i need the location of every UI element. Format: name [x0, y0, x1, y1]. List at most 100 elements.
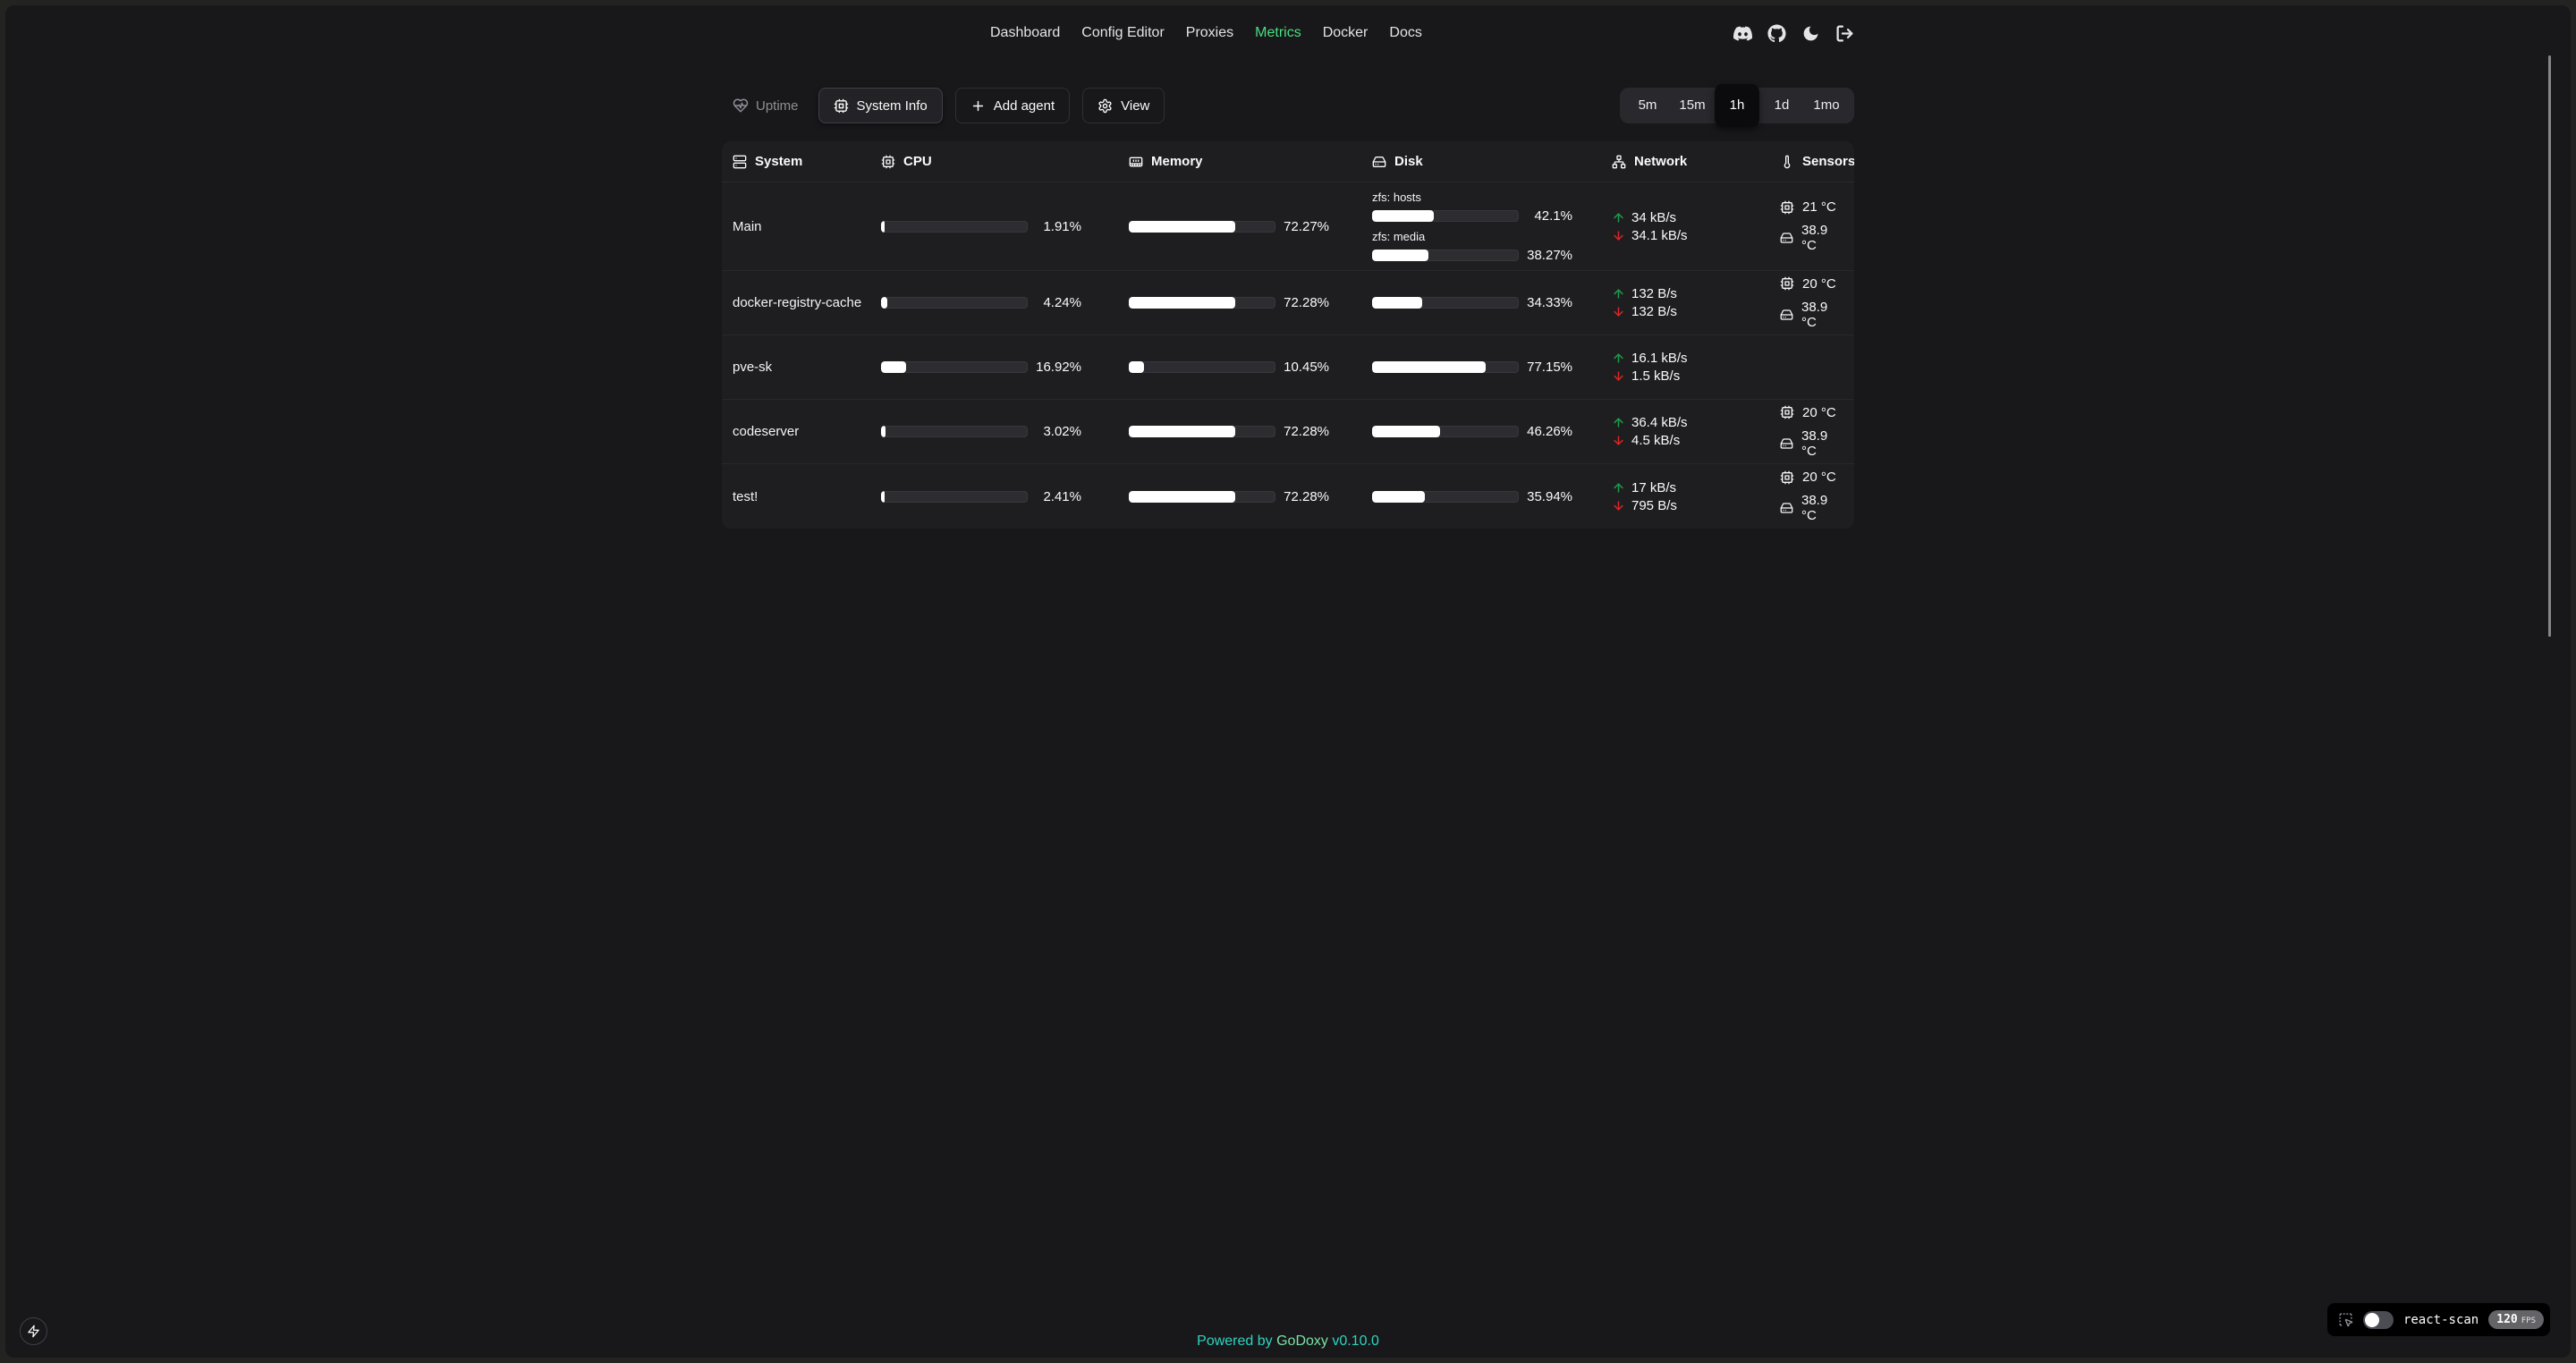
logout-icon[interactable]: [1835, 24, 1854, 43]
disk-value: 38.27%: [1519, 248, 1572, 263]
column-label-memory: Memory: [1151, 154, 1203, 169]
cpu-usage-bar: [881, 297, 1028, 309]
sensor-value: 20 °C: [1802, 276, 1836, 292]
network-upload: 16.1 kB/s: [1612, 351, 1780, 366]
sensor-reading: 38.9 °C: [1780, 300, 1843, 330]
uptime-tab[interactable]: Uptime: [722, 97, 806, 114]
sensor-value: 20 °C: [1802, 470, 1836, 485]
disk-group: zfs: media38.27%: [1372, 230, 1612, 263]
memory-usage-value: 72.28%: [1275, 295, 1329, 310]
sensor-value: 21 °C: [1802, 199, 1836, 215]
memory-usage: 72.28%: [1129, 424, 1372, 439]
cpu-usage: 2.41%: [881, 489, 1129, 504]
harddrive-icon: [1372, 155, 1386, 169]
network-usage: 34 kB/s34.1 kB/s: [1612, 210, 1780, 243]
network-usage: 132 B/s132 B/s: [1612, 286, 1780, 319]
disk-group: 34.33%: [1372, 295, 1612, 310]
column-header-system: System: [733, 154, 881, 169]
brand-link[interactable]: GoDoxy: [1276, 1333, 1328, 1349]
time-range-selector: 5m15m1h1d1mo: [1620, 88, 1854, 123]
react-scan-toggle[interactable]: [2363, 1311, 2394, 1329]
network-upload: 34 kB/s: [1612, 210, 1780, 225]
nav-item-proxies[interactable]: Proxies: [1186, 25, 1233, 41]
nav-item-config-editor[interactable]: Config Editor: [1081, 25, 1165, 41]
cpu-usage-value: 3.02%: [1028, 424, 1081, 439]
network-download-value: 795 B/s: [1631, 498, 1677, 513]
nav-item-docker[interactable]: Docker: [1323, 25, 1368, 41]
disk-bar: [1372, 210, 1519, 222]
disk-bar: [1372, 426, 1519, 437]
cpu-usage-value: 16.92%: [1028, 360, 1081, 375]
cpu-icon: [834, 98, 849, 114]
sensor-value: 38.9 °C: [1801, 300, 1843, 330]
cpu-usage-bar-fill: [881, 361, 906, 373]
nav-item-dashboard[interactable]: Dashboard: [990, 25, 1060, 41]
column-header-memory: Memory: [1129, 154, 1372, 169]
cpu-icon: [881, 155, 895, 169]
time-range-1d[interactable]: 1d: [1759, 88, 1804, 123]
github-icon[interactable]: [1767, 24, 1786, 43]
cpu-usage-value: 2.41%: [1028, 489, 1081, 504]
time-range-1h[interactable]: 1h: [1715, 84, 1759, 127]
harddrive-icon: [1780, 436, 1793, 451]
network-usage: 16.1 kB/s 1.5 kB/s: [1612, 351, 1780, 384]
memory-usage-value: 72.27%: [1275, 219, 1329, 234]
disk-usage: 35.94%: [1372, 489, 1612, 504]
memory-usage-bar-fill: [1129, 297, 1235, 309]
version-text: v0.10.0: [1332, 1333, 1378, 1349]
memory-usage-bar: [1129, 361, 1275, 373]
memory-usage-bar-fill: [1129, 426, 1235, 437]
cpu-usage-bar-fill: [881, 491, 885, 503]
sensor-reading: 21 °C: [1780, 199, 1843, 215]
memory-icon: [1129, 155, 1143, 169]
arrow-up-icon: [1612, 211, 1625, 224]
server-icon: [733, 155, 747, 169]
view-button[interactable]: View: [1082, 88, 1165, 123]
memory-usage-value: 72.28%: [1275, 424, 1329, 439]
time-range-5m[interactable]: 5m: [1625, 88, 1670, 123]
memory-usage: 72.28%: [1129, 489, 1372, 504]
time-range-15m[interactable]: 15m: [1670, 88, 1715, 123]
inspect-icon[interactable]: [2338, 1312, 2353, 1327]
time-range-1mo[interactable]: 1mo: [1804, 88, 1849, 123]
arrow-down-icon: [1612, 229, 1625, 242]
cpu-icon: [1780, 200, 1794, 215]
sensor-reading: 38.9 °C: [1780, 428, 1843, 459]
network-download-value: 1.5 kB/s: [1631, 368, 1680, 384]
disk-bar: [1372, 361, 1519, 373]
nav-item-metrics[interactable]: Metrics: [1255, 25, 1301, 41]
disk-usage: 46.26%: [1372, 424, 1612, 439]
disk-group: zfs: hosts42.1%: [1372, 190, 1612, 224]
quick-actions-button[interactable]: [20, 1317, 47, 1345]
memory-usage-bar: [1129, 426, 1275, 437]
vertical-scrollbar[interactable]: [2548, 55, 2551, 637]
add-agent-button[interactable]: Add agent: [955, 88, 1070, 123]
nav-item-docs[interactable]: Docs: [1389, 25, 1421, 41]
sensors: 20 °C 38.9 °C: [1780, 276, 1843, 330]
metrics-toolbar: Uptime System Info Add agent View 5m15m1…: [722, 88, 1854, 123]
network-download: 4.5 kB/s: [1612, 433, 1780, 448]
harddrive-icon: [1780, 501, 1793, 515]
discord-icon[interactable]: [1733, 24, 1752, 43]
cpu-usage: 1.91%: [881, 219, 1129, 234]
cpu-usage-value: 4.24%: [1028, 295, 1081, 310]
system-name: pve-sk: [733, 360, 881, 375]
table-body: Main1.91%72.27%zfs: hosts42.1%zfs: media…: [722, 182, 1854, 529]
network-download-value: 132 B/s: [1631, 304, 1677, 319]
disk: 38.27%: [1372, 248, 1612, 263]
column-header-disk: Disk: [1372, 154, 1612, 169]
footer: Powered by GoDoxy v0.10.0: [5, 1333, 2571, 1350]
network-upload-value: 16.1 kB/s: [1631, 351, 1688, 366]
cpu-usage: 3.02%: [881, 424, 1129, 439]
system-info-button[interactable]: System Info: [818, 88, 943, 123]
sensors: 20 °C38.9 °C: [1780, 405, 1843, 459]
disk-bar-fill: [1372, 361, 1486, 373]
view-label: View: [1121, 98, 1149, 114]
network-icon: [1612, 155, 1626, 169]
column-header-sensors: Sensors: [1780, 154, 1854, 169]
arrow-up-icon: [1612, 481, 1625, 495]
sensor-reading: 38.9 °C: [1780, 223, 1843, 253]
system-name: docker-registry-cache: [733, 295, 881, 310]
gear-icon: [1097, 98, 1113, 114]
moon-icon[interactable]: [1801, 24, 1820, 43]
